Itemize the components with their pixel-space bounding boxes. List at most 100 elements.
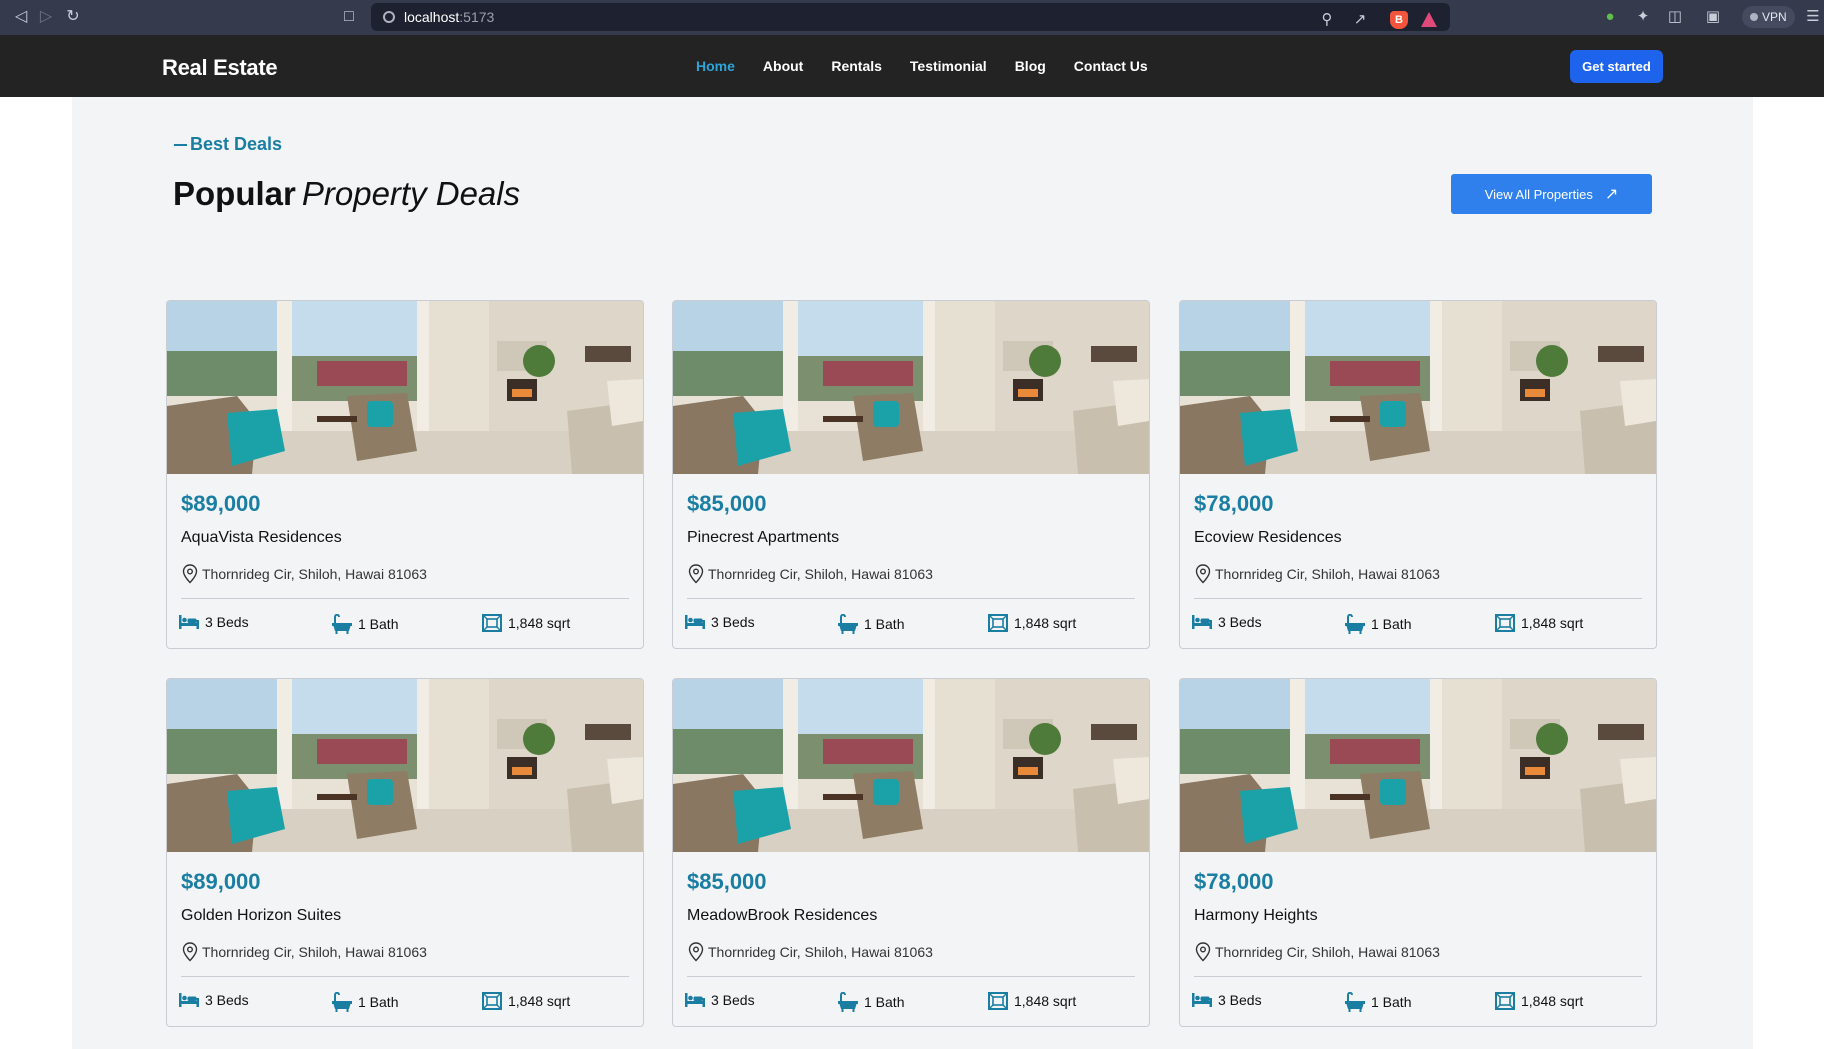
area-text: 1,848 sqrt xyxy=(1521,993,1584,1009)
floor-area-icon xyxy=(1495,992,1515,1010)
baths-text: 1 Bath xyxy=(358,994,399,1010)
property-address: Thornrideg Cir, Shiloh, Hawai 81063 xyxy=(687,564,933,584)
brave-rewards-icon[interactable] xyxy=(1421,12,1437,27)
dash-icon xyxy=(174,143,187,146)
site-info-icon[interactable] xyxy=(383,11,395,23)
property-name[interactable]: MeadowBrook Residences xyxy=(687,907,877,925)
area-feature: 1,848 sqrt xyxy=(482,614,570,632)
property-image[interactable] xyxy=(673,679,1149,852)
extension-icon[interactable]: ● xyxy=(1601,8,1619,26)
view-all-properties-button[interactable]: View All Properties ↗ xyxy=(1451,174,1652,214)
card-divider xyxy=(181,598,629,599)
brave-shields-icon[interactable]: B xyxy=(1390,11,1408,29)
section-eyebrow: Best Deals xyxy=(174,134,282,155)
property-name[interactable]: Pinecrest Apartments xyxy=(687,529,839,547)
nav-contact-us[interactable]: Contact Us xyxy=(1074,58,1148,74)
property-image[interactable] xyxy=(1180,301,1656,474)
address-text: Thornrideg Cir, Shiloh, Hawai 81063 xyxy=(708,944,933,960)
sidebar-icon[interactable]: ◫ xyxy=(1666,8,1684,26)
property-address: Thornrideg Cir, Shiloh, Hawai 81063 xyxy=(181,942,427,962)
map-pin-icon xyxy=(687,564,705,584)
menu-icon[interactable]: ☰ xyxy=(1804,8,1822,26)
map-pin-icon xyxy=(181,942,199,962)
site-logo[interactable]: Real Estate xyxy=(162,55,278,81)
floor-area-icon xyxy=(988,614,1008,632)
property-name[interactable]: Golden Horizon Suites xyxy=(181,907,341,925)
baths-feature: 1 Bath xyxy=(1345,992,1411,1012)
address-text: Thornrideg Cir, Shiloh, Hawai 81063 xyxy=(1215,944,1440,960)
area-text: 1,848 sqrt xyxy=(1014,615,1077,631)
baths-text: 1 Bath xyxy=(358,616,399,632)
card-divider xyxy=(1194,976,1642,977)
address-text: Thornrideg Cir, Shiloh, Hawai 81063 xyxy=(202,944,427,960)
nav-testimonial[interactable]: Testimonial xyxy=(910,58,987,74)
map-pin-icon xyxy=(181,564,199,584)
area-text: 1,848 sqrt xyxy=(1014,993,1077,1009)
area-text: 1,848 sqrt xyxy=(508,615,571,631)
beds-feature: 3 Beds xyxy=(179,614,249,630)
baths-text: 1 Bath xyxy=(864,616,905,632)
property-address: Thornrideg Cir, Shiloh, Hawai 81063 xyxy=(1194,942,1440,962)
property-card[interactable]: $78,000 Ecoview Residences Thornrideg Ci… xyxy=(1179,300,1657,649)
property-address: Thornrideg Cir, Shiloh, Hawai 81063 xyxy=(687,942,933,962)
baths-text: 1 Bath xyxy=(864,994,905,1010)
property-price: $78,000 xyxy=(1194,869,1274,894)
property-card[interactable]: $85,000 MeadowBrook Residences Thornride… xyxy=(672,678,1150,1027)
zoom-icon[interactable]: ⚲ xyxy=(1318,11,1336,29)
address-bar[interactable]: localhost:5173 ⚲ ↗ B xyxy=(371,3,1450,31)
property-card[interactable]: $89,000 AquaVista Residences Thornrideg … xyxy=(166,300,644,649)
reload-icon[interactable]: ↻ xyxy=(63,7,83,27)
section-heading: Popular Property Deals xyxy=(173,175,520,213)
area-feature: 1,848 sqrt xyxy=(988,992,1076,1010)
nav-rentals[interactable]: Rentals xyxy=(831,58,882,74)
wallet-icon[interactable]: ▣ xyxy=(1704,8,1722,26)
baths-text: 1 Bath xyxy=(1371,994,1412,1010)
heading-italic: Property Deals xyxy=(301,175,521,212)
baths-feature: 1 Bath xyxy=(838,992,904,1012)
share-icon[interactable]: ↗ xyxy=(1351,11,1369,29)
property-image[interactable] xyxy=(167,679,643,852)
property-price: $85,000 xyxy=(687,869,767,894)
property-name[interactable]: Harmony Heights xyxy=(1194,907,1318,925)
beds-feature: 3 Beds xyxy=(179,992,249,1008)
floor-area-icon xyxy=(988,992,1008,1010)
eyebrow-text: Best Deals xyxy=(190,134,283,154)
nav-about[interactable]: About xyxy=(763,58,803,74)
property-card[interactable]: $78,000 Harmony Heights Thornrideg Cir, … xyxy=(1179,678,1657,1027)
bookmark-icon[interactable]: □ xyxy=(339,7,359,27)
property-address: Thornrideg Cir, Shiloh, Hawai 81063 xyxy=(181,564,427,584)
beds-feature: 3 Beds xyxy=(685,614,755,630)
property-image[interactable] xyxy=(673,301,1149,474)
get-started-button[interactable]: Get started xyxy=(1570,50,1663,83)
floor-area-icon xyxy=(1495,614,1515,632)
property-card[interactable]: $85,000 Pinecrest Apartments Thornrideg … xyxy=(672,300,1150,649)
bathtub-icon xyxy=(838,992,858,1012)
bed-icon xyxy=(179,615,199,629)
main-nav: Home About Rentals Testimonial Blog Cont… xyxy=(696,58,1148,74)
property-name[interactable]: AquaVista Residences xyxy=(181,529,342,547)
bathtub-icon xyxy=(1345,614,1365,634)
nav-home[interactable]: Home xyxy=(696,58,735,74)
map-pin-icon xyxy=(1194,942,1212,962)
property-name[interactable]: Ecoview Residences xyxy=(1194,529,1342,547)
view-all-label: View All Properties xyxy=(1484,186,1593,202)
beds-feature: 3 Beds xyxy=(685,992,755,1008)
bed-icon xyxy=(685,993,705,1007)
forward-icon[interactable]: ▷ xyxy=(36,7,56,27)
heading-strong: Popular xyxy=(173,175,296,212)
property-card[interactable]: $89,000 Golden Horizon Suites Thornrideg… xyxy=(166,678,644,1027)
puzzle-icon[interactable]: ✦ xyxy=(1634,8,1652,26)
baths-feature: 1 Bath xyxy=(332,614,398,634)
property-image[interactable] xyxy=(167,301,643,474)
area-feature: 1,848 sqrt xyxy=(988,614,1076,632)
vpn-button[interactable]: VPN xyxy=(1742,6,1795,28)
property-image[interactable] xyxy=(1180,679,1656,852)
nav-blog[interactable]: Blog xyxy=(1015,58,1046,74)
url-text[interactable]: localhost:5173 xyxy=(404,9,494,25)
site-header: Real Estate Home About Rentals Testimoni… xyxy=(0,35,1824,97)
back-icon[interactable]: ◁ xyxy=(11,7,31,27)
bed-icon xyxy=(685,615,705,629)
arrow-up-right-icon: ↗ xyxy=(1604,186,1619,203)
beds-feature: 3 Beds xyxy=(1192,614,1262,630)
bed-icon xyxy=(1192,615,1212,629)
